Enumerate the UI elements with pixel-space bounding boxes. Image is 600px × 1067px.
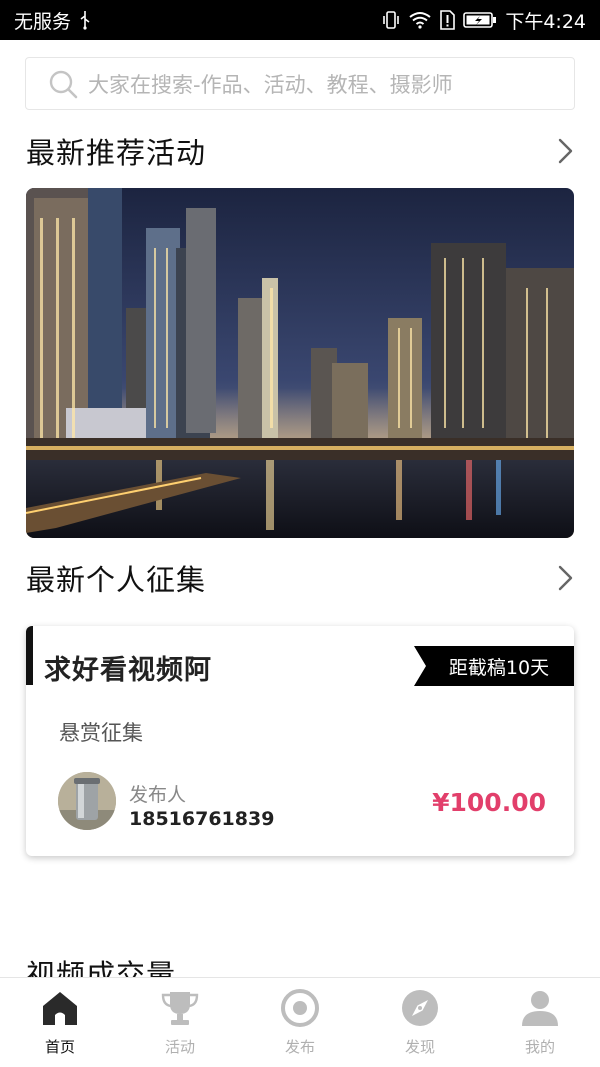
collection-card[interactable]: 求好看视频阿 距截稿10天 悬赏征集 发布人 18516761839 ¥100.… bbox=[26, 626, 574, 856]
card-subtitle: 悬赏征集 bbox=[59, 721, 143, 745]
search-placeholder: 大家在搜索-作品、活动、教程、摄影师 bbox=[88, 72, 453, 97]
nav-item-activities[interactable]: 活动 bbox=[120, 978, 240, 1067]
nav-label: 活动 bbox=[164, 1038, 195, 1056]
publish-icon bbox=[280, 988, 320, 1028]
activity-banner[interactable] bbox=[26, 188, 574, 538]
city-skyline-image bbox=[26, 188, 574, 538]
chevron-right-icon[interactable] bbox=[554, 564, 576, 592]
reward-price: ¥100.00 bbox=[432, 788, 546, 817]
nav-item-publish[interactable]: 发布 bbox=[240, 978, 360, 1067]
status-bar: 无服务 下午4:24 bbox=[0, 0, 600, 40]
battery-charging-icon bbox=[463, 11, 497, 29]
chevron-right-icon[interactable] bbox=[554, 137, 576, 165]
avatar[interactable] bbox=[58, 772, 116, 830]
status-left: 无服务 bbox=[14, 7, 91, 34]
search-icon bbox=[48, 69, 78, 99]
profile-icon bbox=[520, 988, 560, 1028]
card-title: 求好看视频阿 bbox=[44, 655, 212, 686]
card-accent-bar bbox=[26, 626, 33, 685]
wifi-icon bbox=[409, 11, 431, 29]
bottom-nav: 首页 活动 发布 发现 我的 bbox=[0, 977, 600, 1067]
nav-item-home[interactable]: 首页 bbox=[0, 978, 120, 1067]
vibrate-icon bbox=[381, 10, 401, 30]
nav-label: 我的 bbox=[524, 1038, 555, 1056]
nav-label: 发现 bbox=[404, 1038, 435, 1056]
publisher-phone: 18516761839 bbox=[129, 808, 275, 830]
clock-text: 下午4:24 bbox=[505, 10, 586, 33]
nav-item-profile[interactable]: 我的 bbox=[480, 978, 600, 1067]
nav-label: 发布 bbox=[284, 1038, 315, 1056]
deadline-badge: 距截稿10天 bbox=[414, 646, 574, 686]
section-title: 最新推荐活动 bbox=[26, 136, 207, 170]
carrier-text: 无服务 bbox=[14, 10, 72, 33]
compass-icon bbox=[400, 988, 440, 1028]
section-title: 最新个人征集 bbox=[26, 563, 207, 597]
trophy-icon bbox=[160, 988, 200, 1028]
search-input[interactable]: 大家在搜索-作品、活动、教程、摄影师 bbox=[25, 57, 575, 110]
sim-alert-icon bbox=[439, 10, 456, 30]
usb-icon bbox=[79, 10, 91, 30]
recommended-activities-header[interactable]: 最新推荐活动 bbox=[26, 129, 576, 173]
nav-item-discover[interactable]: 发现 bbox=[360, 978, 480, 1067]
status-right: 下午4:24 bbox=[381, 7, 586, 34]
home-icon bbox=[40, 988, 80, 1028]
personal-collection-header[interactable]: 最新个人征集 bbox=[26, 556, 576, 600]
publisher-label: 发布人 bbox=[129, 784, 187, 806]
nav-label: 首页 bbox=[44, 1038, 75, 1056]
